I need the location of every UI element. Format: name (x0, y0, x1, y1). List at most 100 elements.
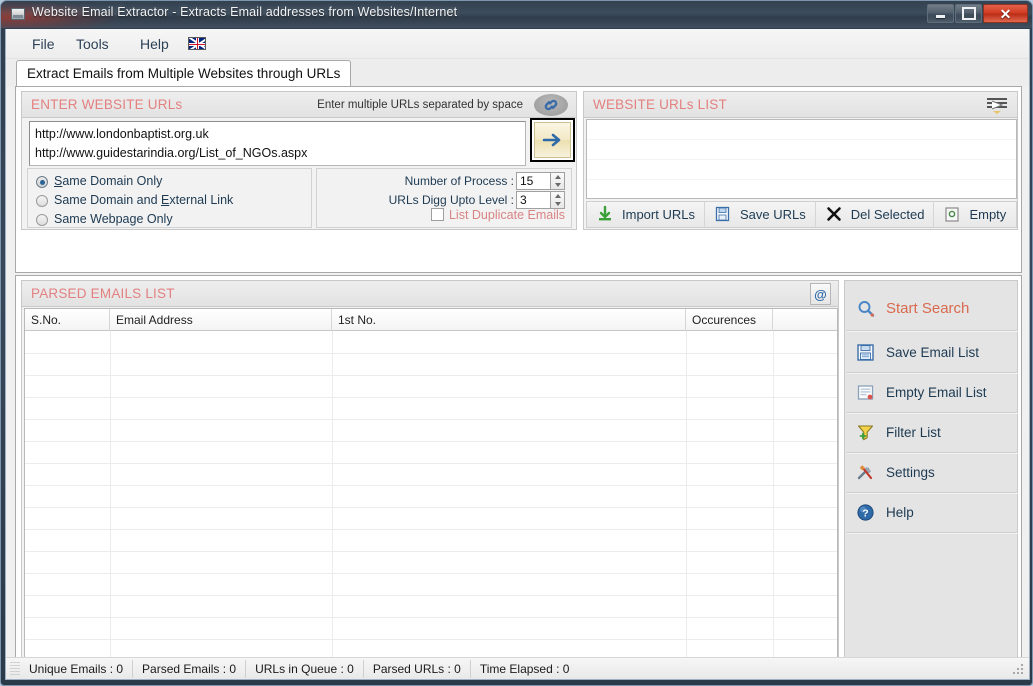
empty-email-list-label: Empty Email List (886, 385, 987, 400)
filter-list-label: Filter List (886, 425, 941, 440)
action-sidebar: Start Search Save Email List Empty Email… (844, 280, 1018, 662)
column-header-sno[interactable]: S.No. (25, 309, 110, 331)
go-button[interactable] (534, 122, 571, 158)
title-bar[interactable]: Website Email Extractor - Extracts Email… (1, 1, 1032, 28)
parsed-emails-header: PARSED EMAILS LIST @ (22, 281, 838, 307)
status-time-elapsed: Time Elapsed : 0 (479, 661, 570, 676)
save-urls-button[interactable]: Save URLs (705, 202, 816, 227)
list-duplicate-emails-label: List Duplicate Emails (448, 207, 565, 222)
status-parsed-emails: Parsed Emails : 0 (133, 659, 247, 678)
urls-list-title: WEBSITE URLs LIST (593, 97, 727, 112)
close-icon: ✕ (999, 5, 1012, 22)
close-button[interactable]: ✕ (983, 4, 1028, 23)
enter-urls-hint: Enter multiple URLs separated by space (317, 99, 523, 111)
urls-digg-level-label: URLs Digg Upto Level : (388, 193, 514, 207)
checkbox-indicator (430, 208, 444, 221)
start-search-button[interactable]: Start Search (846, 287, 1018, 331)
number-of-process-label: Number of Process : (404, 174, 514, 188)
menu-file[interactable]: File (24, 34, 63, 55)
column-header-occurences[interactable]: Occurences (686, 309, 773, 331)
arrow-right-icon (542, 133, 560, 147)
enter-urls-title: ENTER WEBSITE URLs (31, 97, 183, 112)
list-duplicate-emails-checkbox[interactable]: List Duplicate Emails (430, 206, 565, 223)
number-of-process-input[interactable]: 15 (516, 172, 551, 190)
client-area: File Tools Help Extract Emails from Mult… (5, 29, 1030, 680)
empty-urls-label: Empty (969, 207, 1007, 222)
stepper-up-icon[interactable] (551, 173, 564, 181)
resize-grip[interactable] (1013, 664, 1025, 676)
status-parsed-urls: Parsed URLs : 0 (364, 659, 471, 678)
uk-flag-icon[interactable] (188, 37, 206, 50)
delete-x-icon (825, 205, 845, 225)
tab-strip: Extract Emails from Multiple Websites th… (6, 59, 1029, 87)
filter-list-button[interactable]: Filter List (846, 413, 1018, 453)
search-magnifier-icon (856, 299, 876, 319)
process-options-group: Number of Process : 15 URLs Digg Upto Le… (316, 168, 572, 228)
import-down-arrow-icon (596, 205, 616, 225)
save-disk-icon (714, 205, 734, 225)
window-title: Website Email Extractor - Extracts Email… (32, 5, 458, 19)
urls-list-header: WEBSITE URLs LIST (584, 92, 1017, 118)
menu-bar: File Tools Help (6, 29, 1029, 59)
svg-text:?: ? (862, 507, 868, 519)
help-label: Help (886, 505, 914, 520)
tools-wrench-icon (856, 463, 876, 483)
minimize-button[interactable] (927, 4, 954, 23)
bottom-panel: PARSED EMAILS LIST @ S.No. Email Address… (15, 275, 1022, 665)
website-urls-listbox[interactable] (586, 119, 1017, 199)
url-input[interactable]: http://www.londonbaptist.org.uk http://w… (29, 121, 526, 166)
settings-label: Settings (886, 465, 935, 480)
url-line-2: http://www.guidestarindia.org/List_of_NG… (35, 146, 308, 160)
status-grip-left (10, 661, 20, 676)
column-header-first-no[interactable]: 1st No. (332, 309, 686, 331)
website-urls-list-group: WEBSITE URLs LIST Import URLs Save URLs … (583, 91, 1018, 230)
application-icon (11, 8, 25, 20)
enter-website-urls-group: ENTER WEBSITE URLs Enter multiple URLs s… (21, 91, 577, 230)
enter-urls-header: ENTER WEBSITE URLs Enter multiple URLs s… (22, 92, 576, 118)
status-urls-in-queue: URLs in Queue : 0 (246, 659, 364, 678)
top-panel: ENTER WEBSITE URLs Enter multiple URLs s… (15, 86, 1022, 273)
minimize-icon (928, 5, 953, 22)
stepper-up-icon[interactable] (551, 192, 564, 200)
radio-label: Same Webpage Only (54, 212, 173, 226)
chain-link-icon[interactable] (534, 94, 568, 116)
save-email-list-button[interactable]: Save Email List (846, 333, 1018, 373)
parsed-emails-list-group: PARSED EMAILS LIST @ S.No. Email Address… (21, 280, 839, 662)
empty-email-list-button[interactable]: Empty Email List (846, 373, 1018, 413)
save-email-list-label: Save Email List (886, 345, 980, 360)
at-sign-icon[interactable]: @ (810, 283, 831, 305)
import-urls-button[interactable]: Import URLs (587, 202, 705, 227)
urls-list-action-bar: Import URLs Save URLs Del Selected Empty (586, 201, 1017, 228)
empty-box-icon (943, 205, 963, 225)
save-urls-label: Save URLs (739, 207, 806, 222)
number-of-process-stepper[interactable] (551, 172, 565, 190)
del-selected-button[interactable]: Del Selected (816, 202, 935, 227)
empty-urls-button[interactable]: Empty (934, 202, 1015, 227)
save-disk-icon (856, 343, 876, 363)
maximize-icon (956, 5, 981, 22)
funnel-filter-icon (856, 423, 876, 443)
column-header-email[interactable]: Email Address (110, 309, 332, 331)
menu-help[interactable]: Help (132, 34, 177, 55)
url-line-1: http://www.londonbaptist.org.uk (35, 127, 209, 141)
settings-button[interactable]: Settings (846, 453, 1018, 493)
empty-list-icon (856, 383, 876, 403)
column-header-blank[interactable] (773, 309, 837, 331)
tab-extract-emails[interactable]: Extract Emails from Multiple Websites th… (16, 60, 352, 87)
import-urls-label: Import URLs (622, 207, 695, 222)
radio-indicator (36, 176, 48, 188)
help-button[interactable]: ? Help (846, 493, 1018, 533)
parsed-emails-title: PARSED EMAILS LIST (31, 286, 175, 301)
help-question-icon: ? (856, 503, 876, 523)
start-search-label: Start Search (886, 300, 970, 317)
radio-indicator (36, 214, 48, 226)
scope-options-group: Same Domain Only Same Domain and Externa… (27, 168, 312, 228)
stepper-down-icon[interactable] (551, 181, 564, 189)
radio-label: Same Domain and External Link (54, 193, 234, 207)
maximize-button[interactable] (955, 4, 982, 23)
menu-tools[interactable]: Tools (68, 34, 117, 55)
radio-label: Same Domain Only (54, 174, 163, 188)
parsed-emails-grid[interactable]: S.No. Email Address 1st No. Occurences (24, 308, 838, 661)
list-stack-icon[interactable] (983, 95, 1011, 115)
status-unique-emails: Unique Emails : 0 (20, 659, 134, 678)
